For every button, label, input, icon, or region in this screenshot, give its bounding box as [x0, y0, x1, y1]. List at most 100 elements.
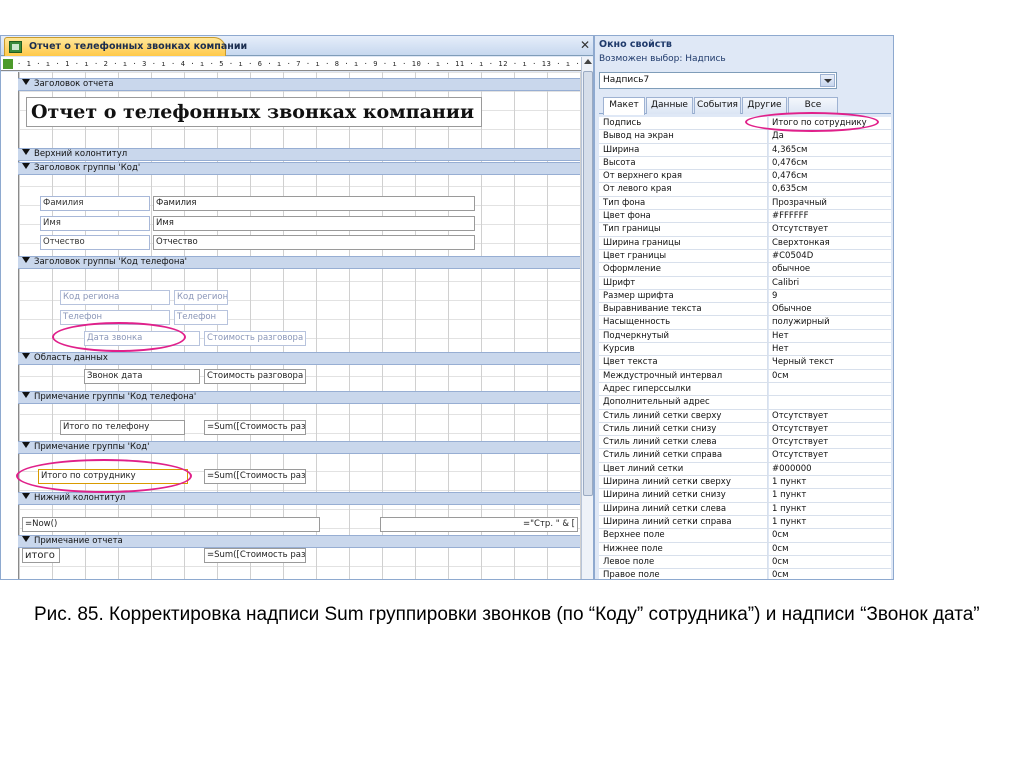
- property-value[interactable]: [769, 382, 891, 396]
- property-value[interactable]: 1 пункт: [769, 476, 891, 489]
- property-value[interactable]: Calibri: [769, 276, 891, 289]
- property-value[interactable]: Да: [769, 130, 891, 143]
- property-row[interactable]: Подчеркнутый Нет: [599, 329, 891, 344]
- tab-maket[interactable]: Макет: [603, 97, 645, 115]
- textbox-sum-sotrudnik[interactable]: =Sum([Стоимость раз: [204, 469, 306, 484]
- property-row[interactable]: Ширина 4,365см: [599, 143, 891, 157]
- property-row[interactable]: Курсив Нет: [599, 343, 891, 357]
- property-row[interactable]: Нижнее поле 0см: [599, 542, 891, 556]
- property-row[interactable]: Стиль линий сетки снизу Отсутствует: [599, 422, 891, 437]
- object-selector[interactable]: Надпись7: [599, 72, 837, 89]
- property-value[interactable]: Отсутствует: [769, 422, 891, 436]
- property-value[interactable]: 9: [769, 289, 891, 303]
- tab-dannye[interactable]: Данные: [646, 97, 693, 114]
- textbox-imya[interactable]: Имя: [153, 216, 475, 231]
- property-value[interactable]: Отсутствует: [769, 409, 891, 422]
- property-value[interactable]: 0см: [769, 542, 891, 555]
- label-itogo-po-telefonu[interactable]: Итого по телефону: [60, 420, 185, 435]
- property-value[interactable]: #C0504D: [769, 249, 891, 263]
- report-selector-icon[interactable]: [3, 59, 13, 69]
- section-group-kod-header[interactable]: Заголовок группы 'Код': [18, 162, 580, 175]
- property-row[interactable]: Выравнивание текста Обычное: [599, 303, 891, 317]
- property-value[interactable]: Сверхтонкая: [769, 236, 891, 249]
- property-row[interactable]: Цвет линий сетки #000000: [599, 462, 891, 477]
- report-title-label[interactable]: Отчет о телефонных звонках компании: [26, 97, 482, 127]
- property-value[interactable]: 0см: [769, 569, 891, 579]
- property-row[interactable]: Шрифт Calibri: [599, 276, 891, 290]
- property-row[interactable]: Стиль линий сетки слева Отсутствует: [599, 436, 891, 450]
- label-kod-regiona[interactable]: Код региона: [60, 290, 170, 305]
- property-row[interactable]: Размер шрифта 9: [599, 289, 891, 304]
- scrollbar-thumb[interactable]: [583, 71, 593, 496]
- property-value[interactable]: 0,635см: [769, 183, 891, 196]
- textbox-stoimost-razgovora[interactable]: Стоимость разговора: [204, 369, 306, 384]
- property-value[interactable]: 1 пункт: [769, 489, 891, 502]
- close-icon[interactable]: ✕: [580, 38, 590, 52]
- textbox-otchestvo[interactable]: Отчество: [153, 235, 475, 250]
- property-value[interactable]: Отсутствует: [769, 436, 891, 449]
- property-value[interactable]: Нет: [769, 343, 891, 356]
- property-row[interactable]: Цвет границы #C0504D: [599, 249, 891, 264]
- chevron-down-icon[interactable]: [820, 74, 835, 87]
- textbox-sum-telefon[interactable]: =Sum([Стоимость раз: [204, 420, 306, 435]
- property-row[interactable]: Левое поле 0см: [599, 555, 891, 570]
- property-row[interactable]: Ширина линий сетки снизу 1 пункт: [599, 489, 891, 503]
- property-row[interactable]: Стиль линий сетки справа Отсутствует: [599, 449, 891, 463]
- property-value[interactable]: Прозрачный: [769, 196, 891, 210]
- property-row[interactable]: Высота 0,476см: [599, 156, 891, 171]
- property-row[interactable]: Тип фона Прозрачный: [599, 196, 891, 211]
- section-report-footer[interactable]: Примечание отчета: [18, 535, 580, 548]
- property-row[interactable]: От верхнего края 0,476см: [599, 170, 891, 184]
- property-row[interactable]: Дополнительный адрес: [599, 396, 891, 410]
- property-row[interactable]: Вывод на экран Да: [599, 130, 891, 144]
- textbox-sum-itogo[interactable]: =Sum([Стоимость раз: [204, 548, 306, 563]
- property-row[interactable]: Ширина границы Сверхтонкая: [599, 236, 891, 250]
- property-value[interactable]: обычное: [769, 263, 891, 276]
- property-value[interactable]: Отсутствует: [769, 449, 891, 462]
- property-value[interactable]: Черный текст: [769, 356, 891, 369]
- property-value[interactable]: Нет: [769, 329, 891, 343]
- label-itogo[interactable]: итого: [22, 548, 60, 563]
- property-value[interactable]: полужирный: [769, 316, 891, 329]
- section-group-kod-footer[interactable]: Примечание группы 'Код': [18, 441, 580, 454]
- property-row[interactable]: Ширина линий сетки слева 1 пункт: [599, 502, 891, 516]
- tab-drugie[interactable]: Другие: [742, 97, 787, 114]
- textbox-zvonok-data[interactable]: Звонок дата: [84, 369, 200, 384]
- property-row[interactable]: Правое поле 0см: [599, 569, 891, 579]
- label-familiya[interactable]: Фамилия: [40, 196, 150, 211]
- property-value[interactable]: 0см: [769, 369, 891, 382]
- property-row[interactable]: Верхнее поле 0см: [599, 529, 891, 543]
- property-value[interactable]: 4,365см: [769, 143, 891, 156]
- property-value[interactable]: 0,476см: [769, 170, 891, 183]
- property-row[interactable]: Ширина линий сетки сверху 1 пункт: [599, 476, 891, 490]
- property-value[interactable]: #FFFFFF: [769, 210, 891, 223]
- property-row[interactable]: Ширина линий сетки справа 1 пункт: [599, 515, 891, 530]
- property-value[interactable]: 1 пункт: [769, 515, 891, 529]
- document-tab[interactable]: Отчет о телефонных звонках компании: [4, 37, 247, 56]
- tab-sobytiya[interactable]: События: [694, 97, 741, 114]
- section-detail[interactable]: Область данных: [18, 352, 580, 365]
- textbox-telefon[interactable]: Телефон: [174, 310, 228, 325]
- scroll-up-icon[interactable]: [584, 59, 592, 64]
- section-page-header[interactable]: Верхний колонтитул: [18, 148, 580, 161]
- textbox-kod-regiona[interactable]: Код регион: [174, 290, 228, 305]
- textbox-now[interactable]: =Now(): [22, 517, 320, 532]
- section-group-phone-header[interactable]: Заголовок группы 'Код телефона': [18, 256, 580, 269]
- property-row[interactable]: Адрес гиперссылки: [599, 382, 891, 397]
- property-value[interactable]: Обычное: [769, 303, 891, 316]
- property-value[interactable]: [769, 396, 891, 409]
- property-value[interactable]: Отсутствует: [769, 223, 891, 236]
- property-value[interactable]: 0,476см: [769, 156, 891, 170]
- label-stoimost-razgovora[interactable]: Стоимость разговора: [204, 331, 306, 346]
- section-page-footer[interactable]: Нижний колонтитул: [18, 492, 580, 505]
- property-value[interactable]: 0см: [769, 529, 891, 542]
- textbox-familiya[interactable]: Фамилия: [153, 196, 475, 211]
- property-row[interactable]: Цвет фона #FFFFFF: [599, 210, 891, 224]
- property-row[interactable]: Междустрочный интервал 0см: [599, 369, 891, 383]
- property-row[interactable]: Тип границы Отсутствует: [599, 223, 891, 237]
- property-value[interactable]: 1 пункт: [769, 502, 891, 515]
- section-report-header[interactable]: Заголовок отчета: [18, 78, 580, 91]
- property-row[interactable]: Цвет текста Черный текст: [599, 356, 891, 370]
- label-imya[interactable]: Имя: [40, 216, 150, 231]
- property-row[interactable]: Стиль линий сетки сверху Отсутствует: [599, 409, 891, 423]
